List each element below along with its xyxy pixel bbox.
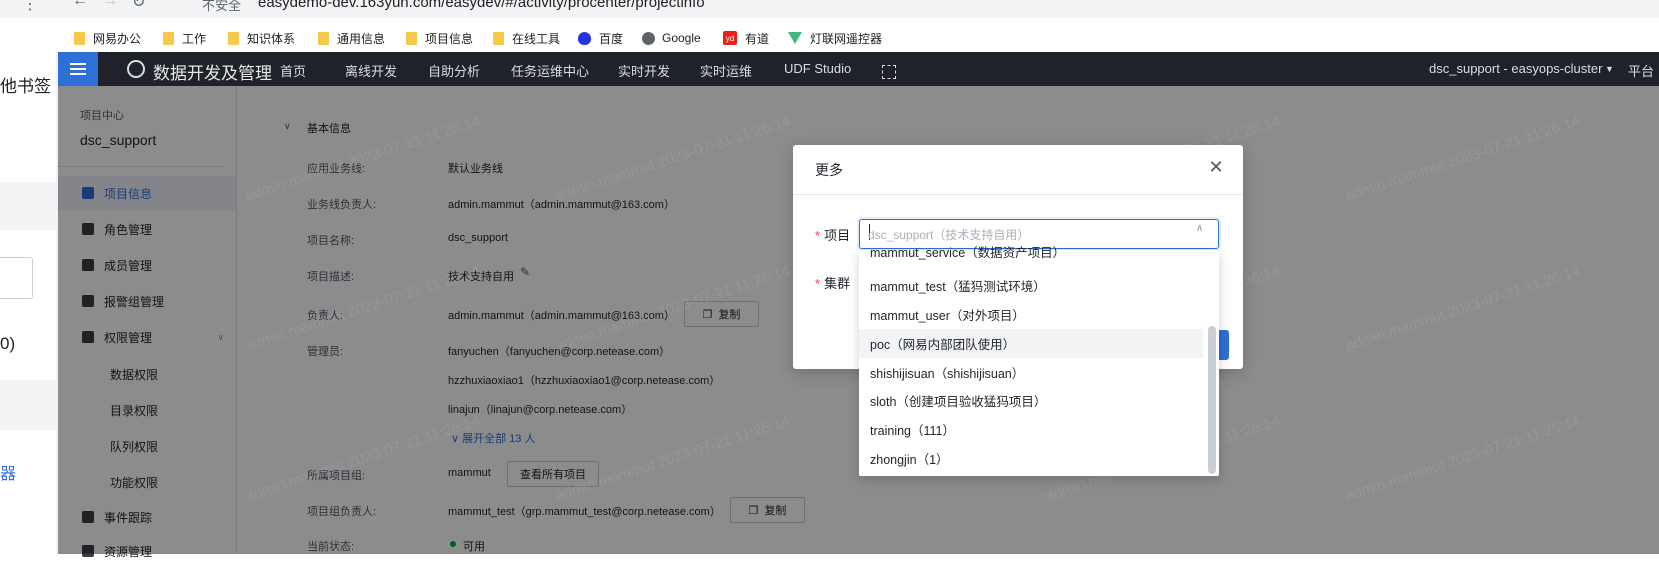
url-text[interactable]: easydemo-dev.163yun.com/easydev/#/activi… — [258, 0, 705, 11]
dropdown-option-highlighted[interactable]: poc（网易内部团队使用） — [859, 329, 1203, 358]
dialog-title: 更多 — [815, 162, 843, 178]
bookmark-item[interactable]: Google — [642, 28, 701, 48]
fullscreen-icon[interactable] — [882, 65, 896, 79]
left-card: 0) — [0, 230, 56, 380]
youdao-icon: yd — [723, 31, 737, 45]
left-fragment-text: 器 — [0, 466, 17, 483]
nav-offline-dev[interactable]: 离线开发 — [345, 61, 397, 80]
folder-icon — [318, 31, 329, 45]
cluster-selector[interactable]: dsc_support - easyops-cluster — [1429, 61, 1602, 76]
bookmark-item[interactable]: 知识体系 — [228, 28, 295, 48]
cluster-field-label: * 集群 — [815, 276, 851, 291]
bookmark-item[interactable]: yd 有道 — [723, 28, 769, 48]
bookmark-item[interactable]: 项目信息 — [406, 28, 473, 48]
left-card: 他书签 — [0, 52, 56, 182]
folder-icon — [74, 31, 85, 45]
vue-icon — [788, 32, 802, 44]
folder-icon — [163, 31, 174, 45]
bookmark-item[interactable]: 百度 — [578, 28, 623, 48]
reload-icon[interactable]: ↻ — [132, 0, 145, 12]
nav-realtime-dev[interactable]: 实时开发 — [618, 61, 670, 80]
left-card: 器 — [0, 430, 56, 554]
left-fragment-text: 0) — [0, 334, 16, 353]
baidu-icon — [578, 31, 591, 45]
dropdown-option[interactable]: sloth（创建项目验收猛犸项目） — [859, 386, 1203, 415]
close-icon[interactable]: ✕ — [1208, 158, 1224, 176]
forward-icon[interactable]: → — [102, 0, 118, 10]
google-icon — [642, 31, 655, 45]
more-icon[interactable]: ⋮ — [22, 0, 38, 14]
dropdown-option[interactable]: training（111） — [859, 415, 1203, 444]
back-icon[interactable]: ← — [72, 0, 88, 10]
dropdown-option[interactable]: shishijisuan（shishijisuan） — [859, 358, 1203, 387]
folder-icon — [493, 31, 504, 45]
dialog-divider — [793, 194, 1243, 195]
folder-icon — [228, 31, 239, 45]
security-label[interactable]: 不安全 — [202, 0, 241, 14]
left-fragment-text: 他书签 — [0, 77, 51, 96]
bookmarks-bar: 网易办公 工作 知识体系 通用信息 项目信息 在线工具 百度 Google yd… — [0, 24, 1659, 53]
dropdown-option[interactable]: mammut_user（对外项目） — [859, 300, 1203, 329]
bookmark-item[interactable]: 网易办公 — [74, 28, 141, 48]
nav-self-analysis[interactable]: 自助分析 — [428, 61, 480, 80]
platform-menu[interactable]: 平台 — [1628, 61, 1654, 80]
bookmark-item[interactable]: 通用信息 — [318, 28, 385, 48]
app-title: 数据开发及管理 — [153, 64, 272, 83]
nav-udf-studio[interactable]: UDF Studio — [784, 61, 851, 76]
bookmark-item[interactable]: 在线工具 — [493, 28, 560, 48]
left-input[interactable] — [0, 257, 33, 299]
nav-task-ops[interactable]: 任务运维中心 — [511, 61, 589, 80]
dropdown-option[interactable]: mammut_service（数据资产项目） — [859, 243, 1203, 261]
project-select-placeholder: dsc_support（技术支持自用） — [868, 228, 1030, 242]
chevron-up-icon[interactable]: ∧ — [1196, 223, 1203, 234]
dropdown-option[interactable]: mammut_test（猛犸测试环境） — [859, 271, 1203, 300]
nav-realtime-ops[interactable]: 实时运维 — [700, 61, 752, 80]
project-field-label: * 项目 — [815, 228, 851, 243]
bookmark-item[interactable]: 工作 — [163, 28, 206, 48]
dropdown-scrollbar-thumb[interactable] — [1208, 326, 1216, 474]
dropdown-option[interactable]: zhongjin（1） — [859, 444, 1203, 473]
chevron-down-icon[interactable]: ▼ — [1605, 64, 1614, 74]
menu-icon[interactable] — [58, 52, 98, 86]
browser-address-bar: ⋮ ← → ↻ 不安全 easydemo-dev.163yun.com/easy… — [0, 0, 1659, 18]
nav-home[interactable]: 首页 — [280, 61, 306, 80]
logo-icon — [127, 60, 145, 78]
bookmark-item[interactable]: 灯联网遥控器 — [788, 28, 882, 48]
folder-icon — [406, 31, 417, 45]
